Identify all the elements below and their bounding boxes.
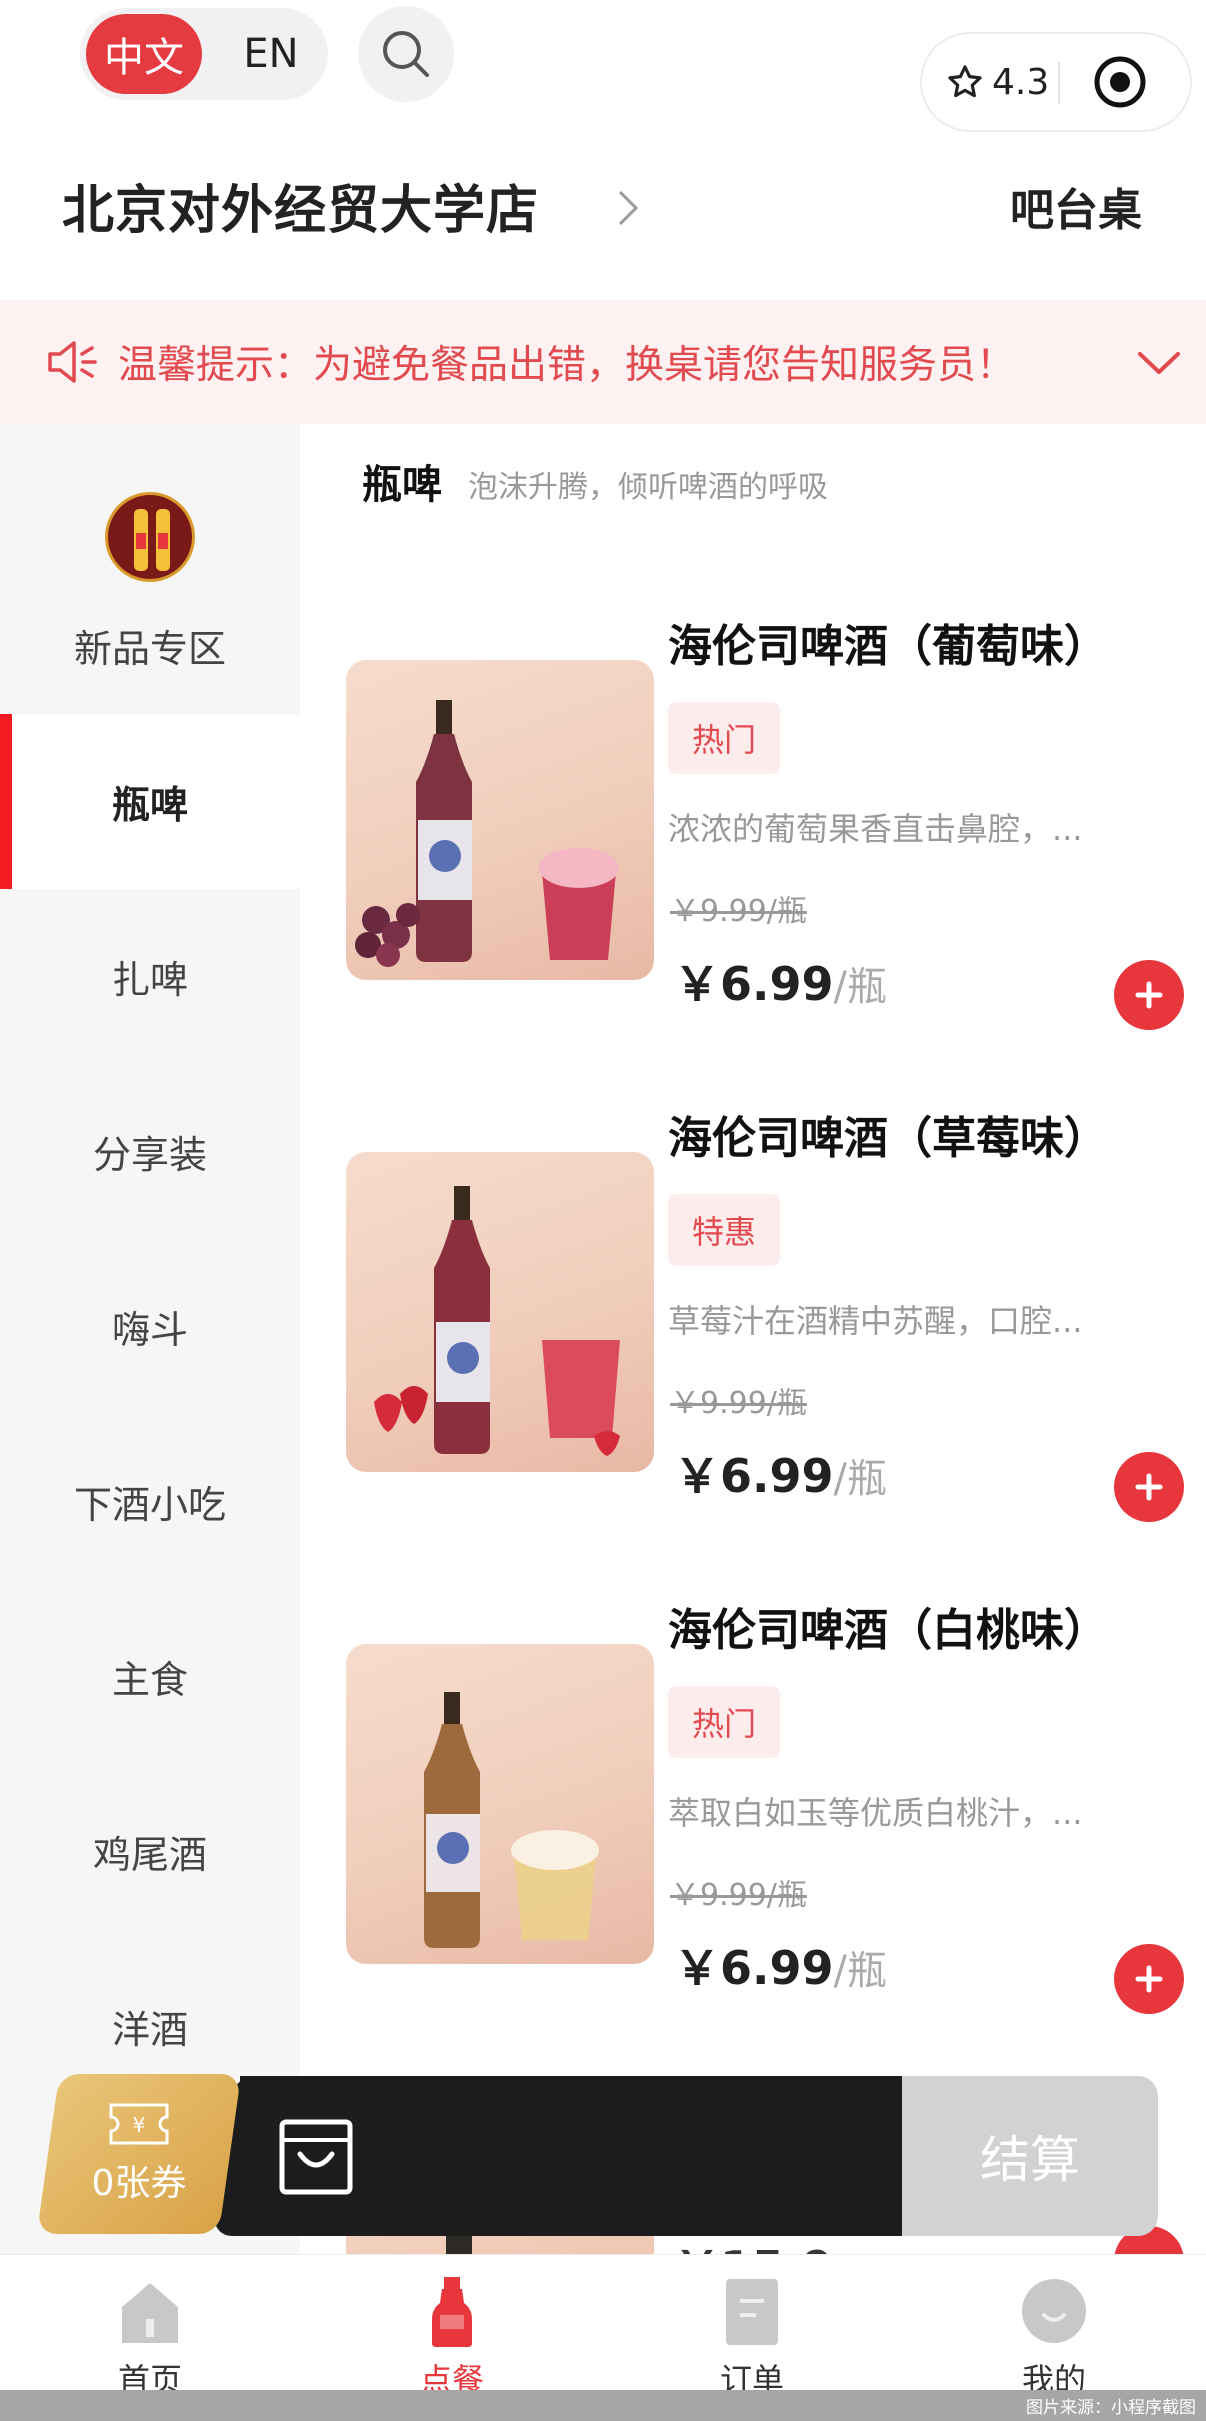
product-tag: 热门 <box>668 1686 781 1758</box>
sidebar-item-label: 扎啤 <box>111 958 188 1002</box>
capsule-divider <box>1058 62 1060 104</box>
checkout-button[interactable]: 结算 <box>902 2076 1158 2236</box>
price: ￥6.99 /瓶 <box>674 948 887 1014</box>
product-tag: 特惠 <box>668 1194 781 1266</box>
original-price: ￥9.99/瓶 <box>670 894 807 929</box>
product-image <box>346 1644 654 1964</box>
sidebar-item-staple[interactable]: 主食 <box>0 1589 300 1764</box>
add-to-cart-button[interactable] <box>1114 1452 1184 1522</box>
sidebar-item-new[interactable]: 新品专区 <box>0 424 300 714</box>
svg-text:¥: ¥ <box>133 2113 146 2137</box>
beer-bottle-icon <box>432 2277 472 2347</box>
tab-order-food[interactable]: 点餐 <box>352 2255 552 2399</box>
lang-en-option[interactable]: EN <box>226 14 316 94</box>
original-price: ￥9.99/瓶 <box>670 1386 807 1421</box>
shopping-bag-icon[interactable] <box>276 2114 356 2198</box>
price: ￥6.99 /瓶 <box>674 1932 887 1998</box>
price-value: ￥6.99 <box>674 1449 834 1503</box>
rating[interactable]: 4.3 <box>946 34 1049 130</box>
sidebar-item-cocktail[interactable]: 鸡尾酒 <box>0 1764 300 1939</box>
product-name: 海伦司啤酒（草莓味） <box>668 1113 1108 1164</box>
price-value: ￥6.99 <box>674 957 834 1011</box>
section-subtitle: 泡沫升腾，倾听啤酒的呼吸 <box>468 470 828 505</box>
ticket-icon: ¥ <box>109 2103 169 2145</box>
profile-icon <box>1022 2279 1086 2343</box>
plus-icon <box>1135 981 1163 1009</box>
sidebar-item-label: 主食 <box>111 1658 188 1702</box>
store-name[interactable]: 北京对外经贸大学店 <box>62 168 539 243</box>
notice-text: 温馨提示：为避免餐品出错，换桌请您告知服务员！ <box>118 343 1016 388</box>
rating-value: 4.3 <box>992 61 1050 103</box>
notice-bar[interactable]: 温馨提示：为避免餐品出错，换桌请您告知服务员！ <box>0 300 1206 424</box>
product-card[interactable]: 海伦司啤酒（葡萄味） 热门 浓浓的葡萄果香直击鼻腔，... ￥9.99/瓶 ￥6… <box>300 580 1206 1070</box>
price-unit: /瓶 <box>833 1456 887 1502</box>
sidebar-item-label: 下酒小吃 <box>73 1483 226 1527</box>
add-to-cart-button[interactable] <box>1114 1944 1184 2014</box>
sidebar-item-draft-beer[interactable]: 扎啤 <box>0 889 300 1064</box>
sidebar-item-label: 新品专区 <box>73 627 226 671</box>
price-value: ￥6.99 <box>674 1941 834 1995</box>
sidebar-item-bottled-beer[interactable]: 瓶啤 <box>0 714 300 889</box>
product-card[interactable]: 海伦司啤酒（白桃味） 热门 萃取白如玉等优质白桃汁，... ￥9.99/瓶 ￥6… <box>300 1564 1206 2054</box>
price: ￥6.99 /瓶 <box>674 1440 887 1506</box>
bottom-nav: 首页 点餐 订单 我的 <box>0 2254 1206 2399</box>
search-button[interactable] <box>358 6 454 102</box>
product-card[interactable]: 海伦司啤酒（草莓味） 特惠 草莓汁在酒精中苏醒，口腔... ￥9.99/瓶 ￥6… <box>300 1072 1206 1562</box>
speaker-icon <box>48 341 97 383</box>
sidebar-item-label: 瓶啤 <box>111 783 188 827</box>
tab-orders[interactable]: 订单 <box>652 2255 852 2399</box>
coupon-button[interactable]: ¥ 0张券 <box>48 2074 230 2234</box>
search-icon <box>383 31 429 77</box>
product-name: 海伦司啤酒（葡萄味） <box>668 621 1108 672</box>
new-products-icon <box>105 492 195 582</box>
category-sidebar: 新品专区 瓶啤 扎啤 分享装 嗨斗 下酒小吃 主食 鸡尾酒 洋酒 <box>0 424 300 2254</box>
product-desc: 萃取白如玉等优质白桃汁，... <box>668 1794 1083 1832</box>
product-tag: 热门 <box>668 702 781 774</box>
plus-icon <box>1135 1473 1163 1501</box>
tab-profile[interactable]: 我的 <box>954 2255 1154 2399</box>
star-icon <box>948 65 982 98</box>
price-unit: /瓶 <box>833 1948 887 1994</box>
sidebar-item-label: 分享装 <box>92 1133 207 1177</box>
chevron-down-icon[interactable] <box>1136 342 1182 382</box>
product-desc: 草莓汁在酒精中苏醒，口腔... <box>668 1302 1083 1340</box>
sidebar-item-share-pack[interactable]: 分享装 <box>0 1064 300 1239</box>
price-unit: /瓶 <box>833 964 887 1010</box>
coupon-count: 0张券 <box>91 2163 187 2204</box>
tab-home[interactable]: 首页 <box>50 2255 250 2399</box>
sidebar-item-label: 鸡尾酒 <box>92 1833 207 1877</box>
product-desc: 浓浓的葡萄果香直击鼻腔，... <box>668 810 1083 848</box>
home-icon <box>122 2283 178 2343</box>
language-toggle[interactable]: 中文 EN <box>80 8 328 100</box>
source-caption: 图片来源：小程序截图 <box>1026 2398 1196 2418</box>
sidebar-item-snacks[interactable]: 下酒小吃 <box>0 1414 300 1589</box>
sidebar-item-label: 嗨斗 <box>111 1308 188 1352</box>
close-target-icon[interactable] <box>1092 54 1148 110</box>
lang-zh-option[interactable]: 中文 <box>86 14 202 94</box>
product-image <box>346 660 654 980</box>
plus-icon <box>1135 1965 1163 1993</box>
sidebar-item-label: 洋酒 <box>111 2008 188 2052</box>
product-image <box>346 1152 654 1472</box>
order-list-icon <box>726 2279 778 2345</box>
original-price: ￥9.99/瓶 <box>670 1878 807 1913</box>
sidebar-item-haidou[interactable]: 嗨斗 <box>0 1239 300 1414</box>
add-to-cart-button[interactable] <box>1114 960 1184 1030</box>
product-name: 海伦司啤酒（白桃味） <box>668 1605 1108 1656</box>
table-name: 吧台桌 <box>1010 185 1142 236</box>
chevron-right-icon[interactable] <box>612 184 644 232</box>
miniapp-capsule: 4.3 <box>920 32 1192 132</box>
section-title: 瓶啤 <box>362 462 442 508</box>
